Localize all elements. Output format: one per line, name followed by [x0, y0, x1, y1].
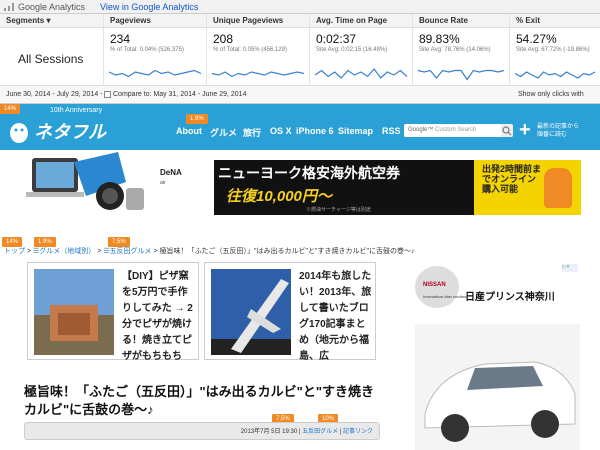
checkbox-icon	[104, 90, 111, 98]
nav-osx[interactable]: OS X	[270, 126, 292, 136]
airplane-thumbnail	[211, 269, 291, 355]
related-card[interactable]: 【DIY】ピザ窯を5万円で手作りしてみた → 2分でピザが焼ける！焼き立てピザが…	[27, 262, 199, 362]
banner-fare: 往復10,000円〜	[226, 188, 332, 205]
new-posts-link[interactable]: 最新の記事から 順番に読む	[537, 123, 579, 139]
ga-metrics-panel: Segments ▾ All Sessions Pageviews 234 % …	[0, 14, 600, 86]
sparkline	[514, 71, 596, 79]
mascot-logo-icon	[10, 123, 28, 143]
related-card[interactable]: 2014年も旅したい！2013年、旅して書いたブログ170記事まとめ（地元から福…	[204, 262, 376, 362]
segments-cell: Segments ▾ All Sessions	[0, 14, 104, 86]
nav-rss[interactable]: RSS	[382, 126, 401, 136]
sparkline-series	[314, 68, 408, 79]
metric-header: Bounce Rate	[413, 14, 509, 28]
banner-fineprint: ※燃油サーチャージ等は別途	[306, 207, 371, 213]
breadcrumb-home[interactable]: トップ	[4, 248, 25, 255]
view-in-ga-link[interactable]: View in Google Analytics	[100, 0, 198, 14]
compare-toggle[interactable]: Compare to: May 31, 2014 - June 29, 2014	[104, 86, 246, 104]
metric-bounce-rate: Bounce Rate 89.83% Site Avg: 78.76% (14.…	[413, 14, 510, 86]
ga-date-bar: June 30, 2014 - July 29, 2014 - Compare …	[0, 86, 600, 116]
banner-cta-text: 出発2時間前までオンライン購入可能	[482, 164, 542, 194]
sparkline	[417, 69, 505, 81]
metric-exit: % Exit 54.27% Site Avg: 67.72% (-19.86%)	[510, 14, 600, 86]
article-category[interactable]: 五反田グルメ	[302, 429, 338, 435]
dena-logo: DeNA	[160, 168, 182, 177]
article-date: 2013年7月 5日 19:30	[240, 429, 298, 435]
adchoices-icon[interactable]: ▷✕	[562, 264, 578, 272]
sparkline	[108, 69, 202, 78]
metric-avg-time: Avg. Time on Page 0:02:37 Site Avg: 0:02…	[310, 14, 413, 86]
site-logo[interactable]: ネタフル	[34, 118, 106, 144]
metric-value: 234	[110, 32, 131, 46]
site-header: 10th Anniversary ネタフル About グルメ 旅行 OS X …	[0, 104, 600, 150]
search-button[interactable]	[501, 124, 513, 137]
search-icon	[502, 126, 512, 136]
nissan-logo-text: NISSAN	[423, 282, 446, 288]
ga-toolbar: Google Analytics View in Google Analytic…	[0, 0, 600, 14]
nav-travel[interactable]: 旅行	[243, 126, 261, 139]
sidebar-ad[interactable]: NISSAN innovation that excites 日産プリンス神奈川	[415, 264, 580, 450]
click-badge: 14%	[0, 104, 21, 114]
card-title: 2014年も旅したい！2013年、旅して書いたブログ170記事まとめ（地元から福…	[299, 271, 372, 362]
date-range[interactable]: June 30, 2014 - July 29, 2014 -	[6, 86, 103, 104]
metric-pageviews: Pageviews 234 % of Total: 0.04% (526,375…	[104, 14, 207, 86]
sparkline-series	[514, 71, 596, 79]
metric-value: 89.83%	[419, 32, 460, 46]
banner-ad[interactable]: DeNA air ニューヨーク格安海外航空券 往復10,000円〜 ※燃油サーチ…	[156, 160, 581, 215]
devices-illustration	[26, 152, 144, 210]
card-title: 【DIY】ピザ窯を5万円で手作りしてみた → 2分でピザが焼ける！焼き立てピザが…	[122, 271, 193, 362]
metric-value: 208	[213, 32, 234, 46]
breadcrumb: トップ > ☰グルメ（地域別） > ☰五反田グルメ > 極旨味！「ふたご（五反田…	[4, 248, 415, 255]
segments-header: Segments ▾	[0, 14, 103, 28]
click-badge: 1.9%	[186, 114, 208, 124]
pizza-oven-thumbnail	[34, 269, 114, 355]
metric-subtext: % of Total: 0.04% (526,375)	[110, 47, 184, 53]
car-illustration	[415, 324, 580, 450]
breadcrumb-current: 極旨味！「ふたご（五反田）」"はみ出るカルビ"と"すき焼きカルビ"に舌鼓の巻〜♪	[159, 248, 415, 255]
banner-brand: DeNA air	[156, 160, 214, 215]
plus-icon[interactable]: +	[519, 120, 531, 140]
metric-header: Unique Pageviews	[207, 14, 309, 28]
article-link[interactable]: 記事リンク	[343, 429, 373, 435]
metric-subtext: % of Total: 0.05% (456,129)	[213, 47, 287, 53]
tiger-mascot-icon	[544, 168, 572, 208]
metric-header: Pageviews	[104, 14, 206, 28]
ad-title: 日産プリンス神奈川	[465, 292, 555, 303]
metric-header: % Exit	[510, 14, 600, 28]
ga-logo-icon	[4, 3, 14, 11]
breadcrumb-category[interactable]: グルメ（地域別）	[39, 248, 95, 255]
metric-header: Avg. Time on Page	[310, 14, 412, 28]
banner-cta: 出発2時間前までオンライン購入可能	[474, 160, 581, 215]
sparkline-series	[211, 71, 305, 78]
metric-subtext: Site Avg: 78.76% (14.06%)	[419, 47, 491, 53]
nav-iphone6[interactable]: iPhone 6	[296, 126, 334, 136]
metric-unique-pageviews: Unique Pageviews 208 % of Total: 0.05% (…	[207, 14, 310, 86]
ga-product-name: Google Analytics	[18, 2, 86, 12]
article-meta: 2013年7月 5日 19:30 | 五反田グルメ | 記事リンク	[24, 422, 380, 440]
sparkline-series	[108, 69, 202, 78]
nav-sitemap[interactable]: Sitemap	[338, 126, 373, 136]
sparkline-series	[417, 69, 505, 81]
dena-air-label: air	[160, 180, 166, 186]
search-input[interactable]: Google™ Custom Search	[404, 124, 502, 137]
metric-subtext: Site Avg: 0:02:15 (16.48%)	[316, 47, 388, 53]
segment-all-sessions[interactable]: All Sessions	[18, 52, 83, 66]
metric-value: 0:02:37	[316, 32, 357, 46]
sparkline	[314, 68, 408, 79]
breadcrumb-subcategory[interactable]: 五反田グルメ	[110, 248, 152, 255]
sparkline	[211, 71, 305, 78]
metric-value: 54.27%	[516, 32, 557, 46]
anniversary-label: 10th Anniversary	[50, 107, 103, 114]
nav-gourmet[interactable]: グルメ	[210, 126, 237, 139]
metric-subtext: Site Avg: 67.72% (-19.86%)	[516, 47, 590, 53]
nav-about[interactable]: About	[176, 126, 202, 136]
nissan-tagline: innovation that excites	[423, 294, 467, 299]
screen: Google Analytics View in Google Analytic…	[0, 0, 600, 450]
banner-headline: ニューヨーク格安海外航空券	[218, 165, 400, 181]
